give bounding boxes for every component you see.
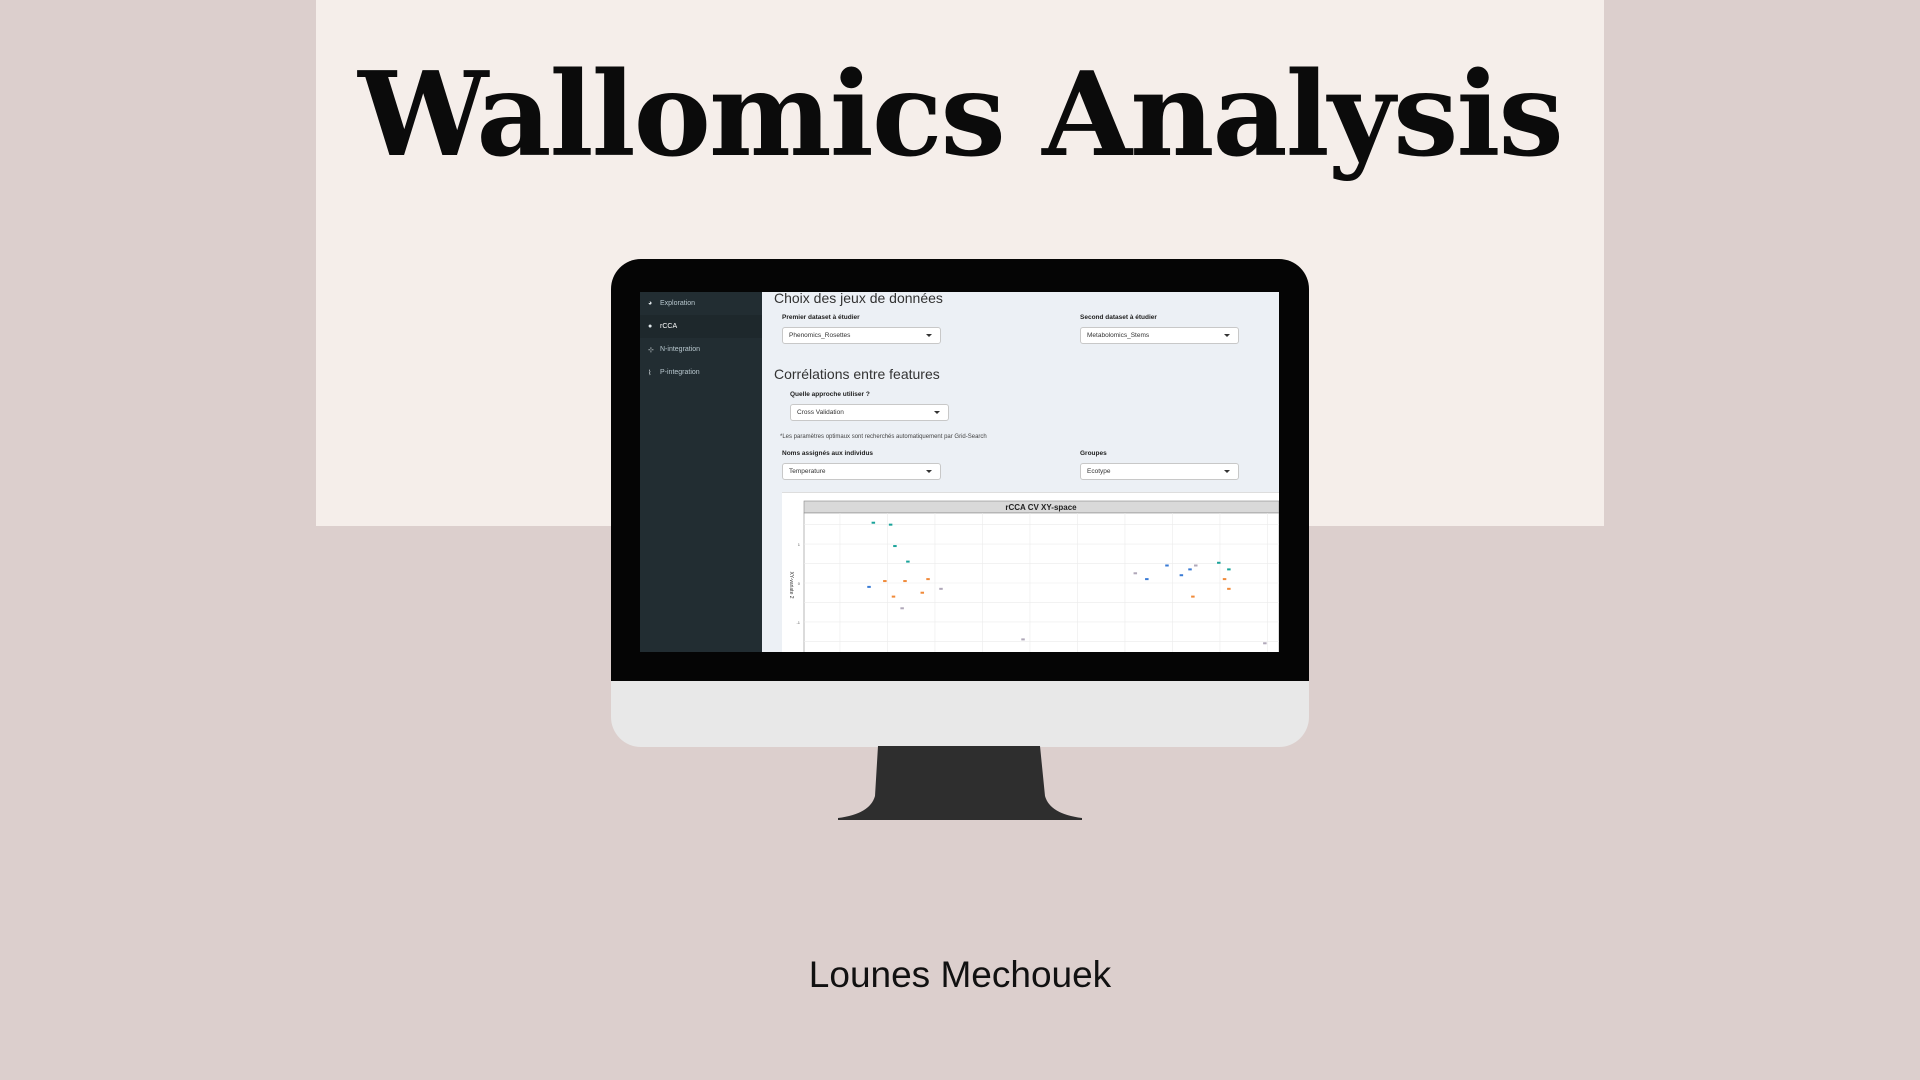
scatter-point xyxy=(1188,568,1192,571)
groups-label: Groupes xyxy=(1080,450,1107,457)
y-axis-label: XY-variate 2 xyxy=(788,571,794,598)
chevron-down-icon xyxy=(926,470,932,473)
y-tick-label: 1 xyxy=(798,542,801,547)
plot-title: rCCA CV XY-space xyxy=(1005,503,1077,512)
scatter-point xyxy=(893,545,897,548)
names-select[interactable]: Temperature xyxy=(782,463,941,480)
section-title-correlations: Corrélations entre features xyxy=(774,366,940,382)
app-screen: ◕ Exploration ● rCCA ⊹ N-integration ⌇ P… xyxy=(640,292,1279,652)
line-chart-icon: ⌇ xyxy=(648,369,652,377)
chevron-down-icon xyxy=(1224,334,1230,337)
dataset2-value: Metabolomics_Stems xyxy=(1087,332,1150,339)
sidebar-item-label: N-integration xyxy=(660,346,701,353)
chevron-down-icon xyxy=(1224,470,1230,473)
monitor-chin xyxy=(611,681,1309,747)
scatter-point xyxy=(1021,638,1025,641)
sidebar-item-label: Exploration xyxy=(660,300,696,307)
scatter-point xyxy=(891,595,896,598)
dataset1-label: Premier dataset à étudier xyxy=(782,314,860,321)
scatter-point xyxy=(926,578,930,581)
names-label: Noms assignés aux individus xyxy=(782,450,874,457)
rcca-plot: rCCA CV XY-space 1 0 -1 XY-variate 2 xyxy=(782,492,1279,652)
scatter-point xyxy=(1133,572,1138,575)
section-title-datasets: Choix des jeux de données xyxy=(774,292,943,306)
groups-value: Ecotype xyxy=(1087,468,1111,475)
scatter-point xyxy=(1179,574,1184,577)
monitor-stand xyxy=(838,746,1082,820)
scatter-point xyxy=(871,521,876,524)
dataset1-select[interactable]: Phenomics_Rosettes xyxy=(782,327,941,344)
gridsearch-note: *Les paramètres optimaux sont recherchés… xyxy=(780,434,987,440)
author-name: Lounes Mechouek xyxy=(808,954,1112,995)
chevron-down-icon xyxy=(934,411,940,414)
scatter-point xyxy=(1217,561,1221,564)
sidebar: ◕ Exploration ● rCCA ⊹ N-integration ⌇ P… xyxy=(640,292,762,652)
scatter-point xyxy=(1227,568,1231,571)
y-tick-label: -1 xyxy=(796,620,800,625)
scatter-point xyxy=(920,591,925,594)
slide-title: Wallomics Analysis xyxy=(358,47,1564,183)
groups-select[interactable]: Ecotype xyxy=(1080,463,1239,480)
approach-label: Quelle approche utiliser ? xyxy=(790,391,870,398)
approach-select[interactable]: Cross Validation xyxy=(790,404,949,421)
scatter-point xyxy=(900,607,904,610)
scatter-point xyxy=(1191,595,1195,598)
scatter-point xyxy=(1222,578,1227,581)
scatter-point xyxy=(939,587,943,590)
circles-icon: ● xyxy=(648,323,653,330)
dataset1-value: Phenomics_Rosettes xyxy=(789,332,851,339)
sidebar-item-p-integration[interactable]: ⌇ P-integration xyxy=(640,361,762,384)
scatter-point xyxy=(903,580,907,583)
scatter-point xyxy=(1165,564,1169,567)
dataset2-select[interactable]: Metabolomics_Stems xyxy=(1080,327,1239,344)
rcca-scatter-chart: rCCA CV XY-space 1 0 -1 XY-variate 2 xyxy=(788,500,1279,652)
scatter-point xyxy=(906,560,910,563)
plot-panel xyxy=(803,512,1279,652)
sidebar-item-n-integration[interactable]: ⊹ N-integration xyxy=(640,338,762,361)
sidebar-item-label: rCCA xyxy=(660,323,678,330)
scatter-point xyxy=(867,585,871,588)
pie-chart-icon: ◕ xyxy=(648,300,653,307)
names-value: Temperature xyxy=(789,468,826,475)
sidebar-item-exploration[interactable]: ◕ Exploration xyxy=(640,292,762,315)
scatter-point xyxy=(883,580,887,583)
y-tick-label: 0 xyxy=(798,581,801,586)
main-content: Choix des jeux de données Premier datase… xyxy=(762,292,1279,652)
scatter-point xyxy=(1227,587,1231,590)
scatter-point xyxy=(1145,578,1149,581)
scatter-point xyxy=(1263,642,1267,645)
sidebar-item-rcca[interactable]: ● rCCA xyxy=(640,315,762,338)
approach-value: Cross Validation xyxy=(797,409,844,416)
chevron-down-icon xyxy=(926,334,932,337)
y-axis-ticks: 1 0 -1 xyxy=(796,542,800,625)
scatter-point xyxy=(1194,564,1198,567)
scatter-point xyxy=(888,523,893,526)
dataset2-label: Second dataset à étudier xyxy=(1080,314,1157,321)
network-icon: ⊹ xyxy=(648,346,654,354)
sidebar-item-label: P-integration xyxy=(660,369,700,376)
